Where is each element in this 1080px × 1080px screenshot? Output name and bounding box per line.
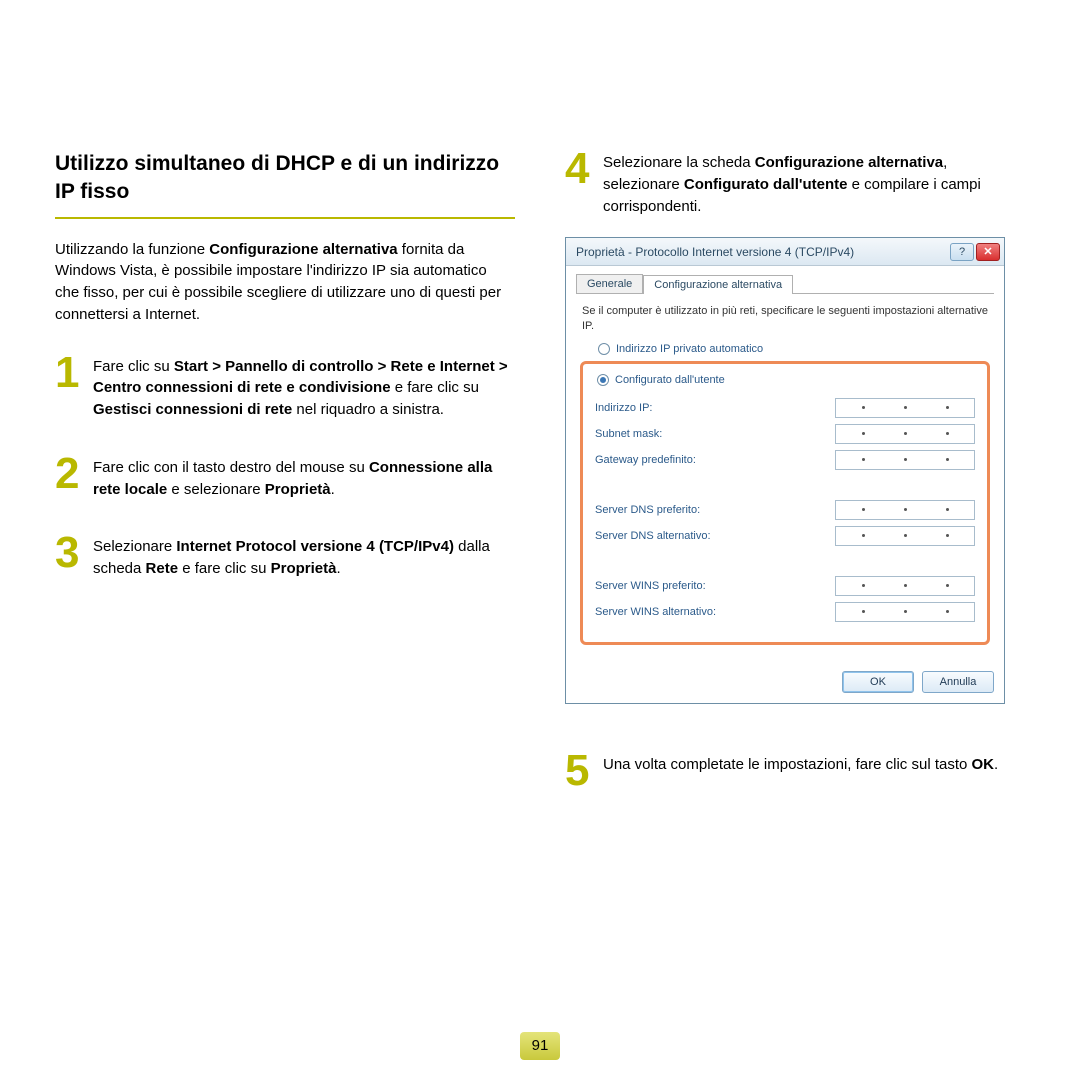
text-bold: Proprietà: [271, 560, 337, 577]
titlebar-buttons: ? ✕: [950, 243, 1000, 261]
step-5: 5 Una volta completate le impostazioni, …: [565, 752, 1025, 789]
radio-label: Configurato dall'utente: [615, 374, 725, 386]
dialog-body: Generale Configurazione alternativa Se i…: [566, 266, 1004, 665]
step-number: 5: [565, 752, 595, 789]
step-4: 4 Selezionare la scheda Configurazione a…: [565, 150, 1025, 217]
help-icon: ?: [959, 246, 965, 258]
field-label: Indirizzo IP:: [595, 402, 652, 414]
step-3: 3 Selezionare Internet Protocol versione…: [55, 534, 515, 580]
text: Selezionare: [93, 538, 176, 555]
step-number: 2: [55, 455, 85, 492]
tab-bar: Generale Configurazione alternativa: [576, 274, 994, 294]
radio-icon: [598, 343, 610, 355]
step-text: Fare clic su Start > Pannello di control…: [93, 354, 515, 421]
field-dns-alternate: Server DNS alternativo:: [595, 526, 975, 546]
text: Fare clic su: [93, 358, 174, 375]
text-bold: Configurazione alternativa: [755, 154, 943, 171]
radio-auto-ip[interactable]: Indirizzo IP privato automatico: [598, 343, 994, 355]
field-label: Server DNS preferito:: [595, 504, 700, 516]
step-number: 4: [565, 150, 595, 187]
step-number: 3: [55, 534, 85, 571]
right-column: 4 Selezionare la scheda Configurazione a…: [565, 150, 1025, 823]
ip-input[interactable]: [835, 424, 975, 444]
intro-paragraph: Utilizzando la funzione Configurazione a…: [55, 239, 515, 326]
user-configured-group: Configurato dall'utente Indirizzo IP: Su…: [580, 361, 990, 645]
step-text: Selezionare la scheda Configurazione alt…: [603, 150, 1025, 217]
ip-input[interactable]: [835, 398, 975, 418]
text-bold: Internet Protocol versione 4 (TCP/IPv4): [176, 538, 454, 555]
text: nel riquadro a sinistra.: [292, 401, 444, 418]
cancel-button[interactable]: Annulla: [922, 671, 994, 693]
dialog-description: Se il computer è utilizzato in più reti,…: [582, 304, 988, 333]
field-label: Server DNS alternativo:: [595, 530, 711, 542]
text: e fare clic su: [178, 560, 271, 577]
field-label: Server WINS preferito:: [595, 580, 706, 592]
text-bold: OK: [972, 756, 995, 773]
ip-input[interactable]: [835, 450, 975, 470]
ip-input[interactable]: [835, 576, 975, 596]
text-bold: Gestisci connessioni di rete: [93, 401, 292, 418]
text: e fare clic su: [391, 379, 479, 396]
text-bold: Rete: [146, 560, 179, 577]
page-number: 91: [520, 1032, 560, 1060]
field-wins-preferred: Server WINS preferito:: [595, 576, 975, 596]
radio-icon: [597, 374, 609, 386]
close-button[interactable]: ✕: [976, 243, 1000, 261]
tab-general[interactable]: Generale: [576, 274, 643, 293]
properties-dialog: Proprietà - Protocollo Internet versione…: [565, 237, 1005, 704]
close-icon: ✕: [983, 245, 992, 258]
step-text: Una volta completate le impostazioni, fa…: [603, 752, 998, 776]
step-2: 2 Fare clic con il tasto destro del mous…: [55, 455, 515, 501]
ip-input[interactable]: [835, 526, 975, 546]
text: .: [331, 481, 335, 498]
dialog-footer: OK Annulla: [566, 665, 1004, 703]
left-column: Utilizzo simultaneo di DHCP e di un indi…: [55, 150, 515, 823]
text: Selezionare la scheda: [603, 154, 755, 171]
text: e selezionare: [167, 481, 265, 498]
text-bold: Proprietà: [265, 481, 331, 498]
text: Utilizzando la funzione: [55, 241, 209, 258]
help-button[interactable]: ?: [950, 243, 974, 261]
text-bold: Configurato dall'utente: [684, 176, 848, 193]
step-text: Selezionare Internet Protocol versione 4…: [93, 534, 515, 580]
dialog-title: Proprietà - Protocollo Internet versione…: [576, 245, 950, 259]
field-label: Subnet mask:: [595, 428, 662, 440]
ok-button[interactable]: OK: [842, 671, 914, 693]
field-wins-alternate: Server WINS alternativo:: [595, 602, 975, 622]
dialog-titlebar: Proprietà - Protocollo Internet versione…: [566, 238, 1004, 266]
field-label: Server WINS alternativo:: [595, 606, 716, 618]
text-bold: Configurazione alternativa: [209, 241, 397, 258]
radio-label: Indirizzo IP privato automatico: [616, 343, 763, 355]
section-heading: Utilizzo simultaneo di DHCP e di un indi…: [55, 150, 515, 219]
field-gateway: Gateway predefinito:: [595, 450, 975, 470]
field-subnet-mask: Subnet mask:: [595, 424, 975, 444]
ip-input[interactable]: [835, 602, 975, 622]
text: .: [336, 560, 340, 577]
ip-input[interactable]: [835, 500, 975, 520]
text: Fare clic con il tasto destro del mouse …: [93, 459, 369, 476]
step-number: 1: [55, 354, 85, 391]
page-content: Utilizzo simultaneo di DHCP e di un indi…: [0, 0, 1080, 823]
step-text: Fare clic con il tasto destro del mouse …: [93, 455, 515, 501]
radio-user-configured[interactable]: Configurato dall'utente: [597, 374, 975, 386]
field-ip: Indirizzo IP:: [595, 398, 975, 418]
text: Una volta completate le impostazioni, fa…: [603, 756, 972, 773]
field-label: Gateway predefinito:: [595, 454, 696, 466]
tab-alternate-config[interactable]: Configurazione alternativa: [643, 275, 793, 294]
step-1: 1 Fare clic su Start > Pannello di contr…: [55, 354, 515, 421]
field-dns-preferred: Server DNS preferito:: [595, 500, 975, 520]
text: .: [994, 756, 998, 773]
